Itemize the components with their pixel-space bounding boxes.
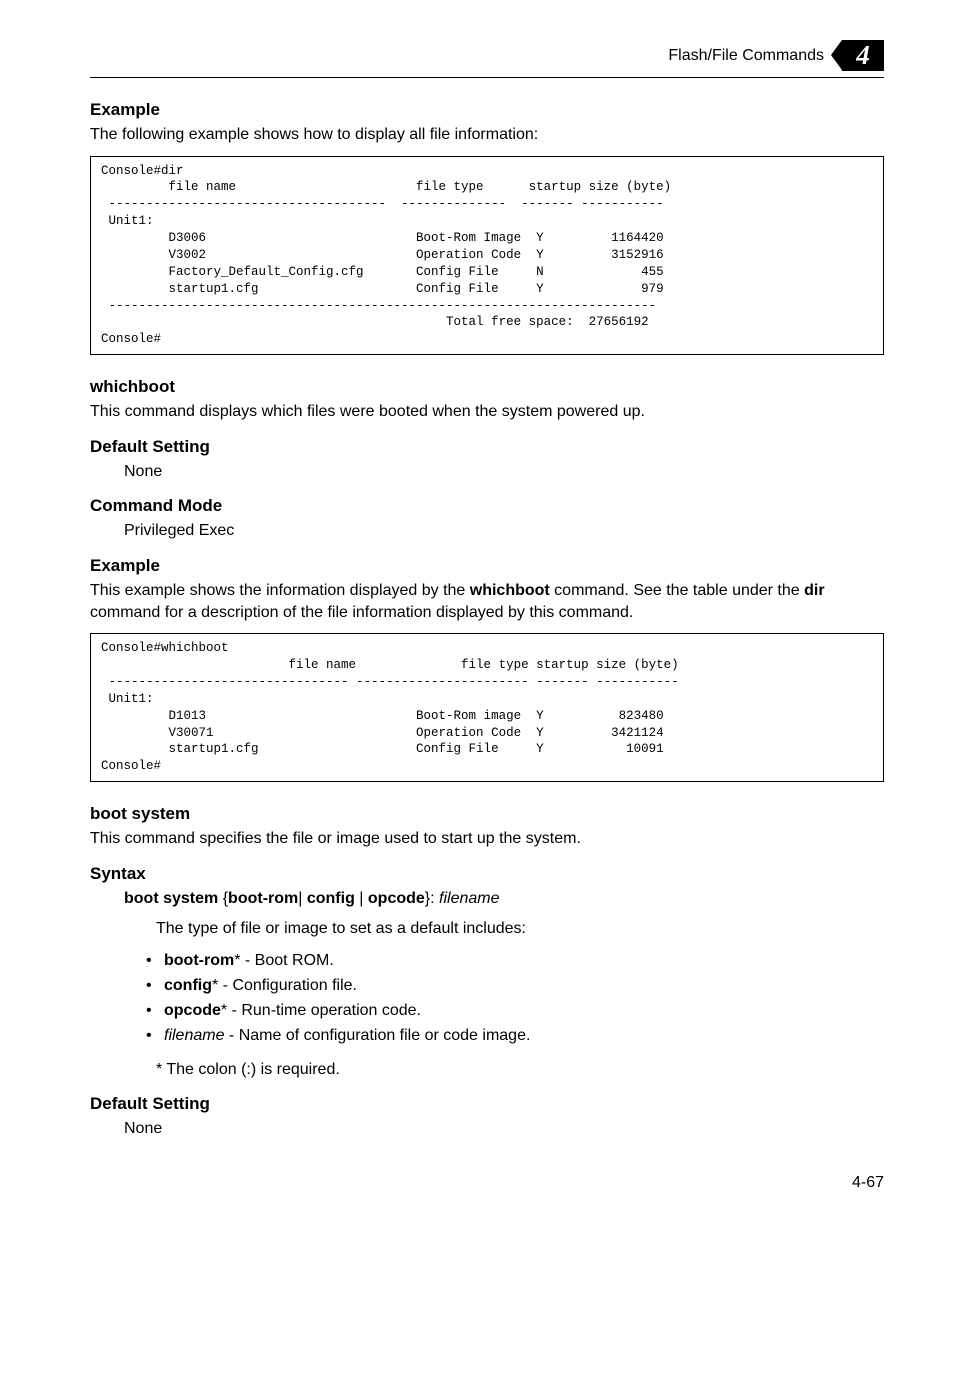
page-header: Flash/File Commands 4 xyxy=(90,40,884,71)
bootsystem-default-value: None xyxy=(124,1118,884,1140)
bullet-term: config xyxy=(164,977,212,994)
syntax-opt3: opcode xyxy=(368,890,425,907)
page-container: Flash/File Commands 4 Example The follow… xyxy=(0,0,954,1232)
syntax-opt1: boot-rom xyxy=(228,890,298,907)
bullet-config: config* - Configuration file. xyxy=(146,974,884,999)
bullet-filename: filename - Name of configuration file or… xyxy=(146,1024,884,1049)
whichboot-example-heading: Example xyxy=(90,556,884,576)
badge-notch-icon xyxy=(831,40,842,70)
wb-ex-pre: This example shows the information displ… xyxy=(90,582,470,599)
bullet-opcode: opcode* - Run-time operation code. xyxy=(146,999,884,1024)
whichboot-cmdmode-heading: Command Mode xyxy=(90,496,884,516)
wb-ex-cmd2: dir xyxy=(804,582,824,599)
bootsystem-syntax-heading: Syntax xyxy=(90,864,884,884)
syntax-prefix: boot system xyxy=(124,890,218,907)
whichboot-console: Console#whichboot file name file type st… xyxy=(90,633,884,782)
example1-intro: The following example shows how to displ… xyxy=(90,124,884,146)
syntax-close: }: xyxy=(425,890,439,907)
syntax-open: { xyxy=(218,890,228,907)
bullet-term: boot-rom xyxy=(164,952,234,969)
syntax-filename: filename xyxy=(439,890,499,907)
bullet-desc: - Boot ROM. xyxy=(240,952,333,969)
wb-ex-post: command for a description of the file in… xyxy=(90,604,633,621)
bullet-term: opcode xyxy=(164,1002,221,1019)
bootsystem-default-heading: Default Setting xyxy=(90,1094,884,1114)
bootsystem-heading: boot system xyxy=(90,804,884,824)
badge-number: 4 xyxy=(856,40,870,71)
whichboot-default-value: None xyxy=(124,461,884,483)
chapter-badge: 4 xyxy=(842,40,884,71)
syntax-opt2: config xyxy=(307,890,355,907)
bullet-desc: - Run-time operation code. xyxy=(227,1002,421,1019)
example1-console: Console#dir file name file type startup … xyxy=(90,156,884,356)
whichboot-intro: This command displays which files were b… xyxy=(90,401,884,423)
bullet-desc: - Configuration file. xyxy=(218,977,357,994)
bullet-desc: - Name of configuration file or code ima… xyxy=(224,1027,530,1044)
bullet-term: filename xyxy=(164,1027,224,1044)
header-title: Flash/File Commands xyxy=(668,47,824,65)
bootsystem-syntax-desc: The type of file or image to set as a de… xyxy=(156,918,884,940)
syntax-bar2: | xyxy=(355,890,368,907)
bootsystem-bullets: boot-rom* - Boot ROM. config* - Configur… xyxy=(146,949,884,1048)
whichboot-example-intro: This example shows the information displ… xyxy=(90,580,884,623)
wb-ex-cmd: whichboot xyxy=(470,582,550,599)
bootsystem-intro: This command specifies the file or image… xyxy=(90,828,884,850)
bootsystem-syntax-line: boot system {boot-rom| config | opcode}:… xyxy=(124,890,884,908)
whichboot-heading: whichboot xyxy=(90,377,884,397)
page-number: 4-67 xyxy=(90,1174,884,1192)
bootsystem-star-note: * The colon (:) is required. xyxy=(156,1059,884,1081)
syntax-bar1: | xyxy=(298,890,307,907)
example1-heading: Example xyxy=(90,100,884,120)
bullet-boot-rom: boot-rom* - Boot ROM. xyxy=(146,949,884,974)
whichboot-default-heading: Default Setting xyxy=(90,437,884,457)
wb-ex-mid: command. See the table under the xyxy=(550,582,804,599)
whichboot-cmdmode-value: Privileged Exec xyxy=(124,520,884,542)
header-rule xyxy=(90,77,884,78)
